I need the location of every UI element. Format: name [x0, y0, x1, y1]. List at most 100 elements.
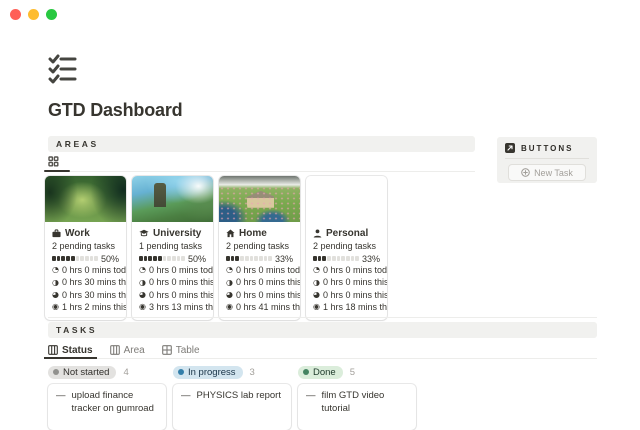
- close-window-button[interactable]: [10, 9, 21, 20]
- status-badge[interactable]: Done: [298, 366, 343, 379]
- time-today: ◔0 hrs 0 mins today: [139, 264, 206, 276]
- progress-percent: 50%: [188, 254, 206, 264]
- tasks-section: TASKS Status Area: [48, 317, 597, 430]
- task-card[interactable]: — upload finance tracker on gumroad: [48, 384, 166, 430]
- divider: [48, 317, 597, 318]
- house-icon: [226, 229, 235, 238]
- progress-percent: 50%: [101, 254, 119, 264]
- tab-status[interactable]: Status: [48, 342, 93, 358]
- three-quarter-circle-icon: ◕: [52, 291, 59, 299]
- time-today: ◔0 hrs 0 mins today: [52, 264, 119, 276]
- time-week: ◑0 hrs 0 mins this week: [313, 276, 380, 288]
- full-circle-icon: ◉: [313, 303, 320, 311]
- status-badge[interactable]: In progress: [173, 366, 243, 379]
- time-year: ◉1 hrs 18 mins this year: [313, 301, 380, 313]
- task-title: film GTD video tutorial: [322, 390, 409, 424]
- dash-page-icon: —: [306, 390, 316, 424]
- table-view-icon: [162, 345, 172, 355]
- task-card[interactable]: — film GTD video tutorial: [298, 384, 416, 430]
- quarter-circle-icon: ◔: [139, 266, 146, 274]
- task-title: PHYSICS lab report: [197, 390, 281, 424]
- progress-bar: 33%: [313, 253, 380, 264]
- status-dot-icon: [303, 369, 309, 375]
- time-week: ◑0 hrs 0 mins this week: [226, 276, 293, 288]
- pending-tasks: 2 pending tasks: [313, 240, 380, 253]
- person-icon: [313, 229, 322, 238]
- time-month: ◕0 hrs 0 mins this month: [139, 289, 206, 301]
- time-month: ◕0 hrs 0 mins this month: [313, 289, 380, 301]
- time-year: ◉0 hrs 41 mins this year: [226, 301, 293, 313]
- task-title: upload finance tracker on gumroad: [72, 390, 159, 424]
- full-circle-icon: ◉: [226, 303, 233, 311]
- button-block-icon: [505, 143, 515, 153]
- status-dot-icon: [53, 369, 59, 375]
- time-year: ◉1 hrs 2 mins this year: [52, 301, 119, 313]
- areas-heading: AREAS: [48, 136, 475, 152]
- kanban-column-in-progress: In progress 3 — PHYSICS lab report: [173, 365, 291, 430]
- time-today: ◔0 hrs 0 mins today: [313, 264, 380, 276]
- areas-view-switcher: [48, 154, 475, 172]
- board-view-icon: [110, 345, 120, 355]
- tab-table[interactable]: Table: [162, 342, 200, 358]
- area-name: University: [153, 228, 201, 239]
- status-dot-icon: [178, 369, 184, 375]
- full-circle-icon: ◉: [139, 303, 146, 311]
- new-task-label: New Task: [534, 168, 573, 178]
- area-card-work[interactable]: Work 2 pending tasks 50% ◔0 hrs 0 mins t…: [45, 176, 126, 320]
- tab-area[interactable]: Area: [110, 342, 145, 358]
- card-cover-image: [219, 176, 300, 222]
- tab-label: Table: [176, 345, 200, 356]
- task-card[interactable]: — PHYSICS lab report: [173, 384, 291, 430]
- window-controls: [10, 9, 57, 20]
- progress-bar: 50%: [52, 253, 119, 264]
- three-quarter-circle-icon: ◕: [226, 291, 233, 299]
- card-cover-empty: [306, 176, 387, 222]
- buttons-heading: BUTTONS: [521, 144, 574, 153]
- board-view-icon: [48, 345, 58, 355]
- kanban-board: Not started 4 — upload finance tracker o…: [48, 365, 597, 430]
- tasks-heading: TASKS: [48, 322, 597, 338]
- page-title: GTD Dashboard: [48, 100, 182, 121]
- half-circle-icon: ◑: [52, 279, 59, 287]
- maximize-window-button[interactable]: [46, 9, 57, 20]
- quarter-circle-icon: ◔: [313, 266, 320, 274]
- time-today: ◔0 hrs 0 mins today: [226, 264, 293, 276]
- tab-label: Area: [124, 345, 145, 356]
- status-badge[interactable]: Not started: [48, 366, 116, 379]
- pending-tasks: 1 pending tasks: [139, 240, 206, 253]
- column-count: 3: [250, 367, 255, 378]
- area-card-home[interactable]: Home 2 pending tasks 33% ◔0 hrs 0 mins t…: [219, 176, 300, 320]
- progress-bar: 33%: [226, 253, 293, 264]
- gallery-view-tab[interactable]: [48, 156, 59, 167]
- area-card-university[interactable]: University 1 pending tasks 50% ◔0 hrs 0 …: [132, 176, 213, 320]
- time-month: ◕0 hrs 30 mins this month: [52, 289, 119, 301]
- dash-page-icon: —: [181, 390, 191, 424]
- area-name: Personal: [326, 228, 368, 239]
- minimize-window-button[interactable]: [28, 9, 39, 20]
- pending-tasks: 2 pending tasks: [226, 240, 293, 253]
- half-circle-icon: ◑: [139, 279, 146, 287]
- areas-gallery: Work 2 pending tasks 50% ◔0 hrs 0 mins t…: [45, 176, 475, 320]
- half-circle-icon: ◑: [313, 279, 320, 287]
- area-name: Home: [239, 228, 267, 239]
- progress-percent: 33%: [275, 254, 293, 264]
- time-week: ◑0 hrs 30 mins this week: [52, 276, 119, 288]
- area-card-personal[interactable]: Personal 2 pending tasks 33% ◔0 hrs 0 mi…: [306, 176, 387, 320]
- progress-percent: 33%: [362, 254, 380, 264]
- divider: [505, 158, 589, 159]
- card-cover-image: [45, 176, 126, 222]
- buttons-callout: BUTTONS New Task: [497, 137, 597, 183]
- time-week: ◑0 hrs 0 mins this week: [139, 276, 206, 288]
- time-year: ◉3 hrs 13 mins this year: [139, 301, 206, 313]
- column-count: 5: [350, 367, 355, 378]
- gallery-view-icon: [48, 156, 59, 167]
- three-quarter-circle-icon: ◕: [313, 291, 320, 299]
- three-quarter-circle-icon: ◕: [139, 291, 146, 299]
- time-month: ◕0 hrs 0 mins this month: [226, 289, 293, 301]
- kanban-column-not-started: Not started 4 — upload finance tracker o…: [48, 365, 166, 430]
- new-task-button[interactable]: New Task: [508, 164, 586, 181]
- checklist-icon[interactable]: [48, 54, 78, 84]
- pending-tasks: 2 pending tasks: [52, 240, 119, 253]
- area-name: Work: [65, 228, 90, 239]
- quarter-circle-icon: ◔: [226, 266, 233, 274]
